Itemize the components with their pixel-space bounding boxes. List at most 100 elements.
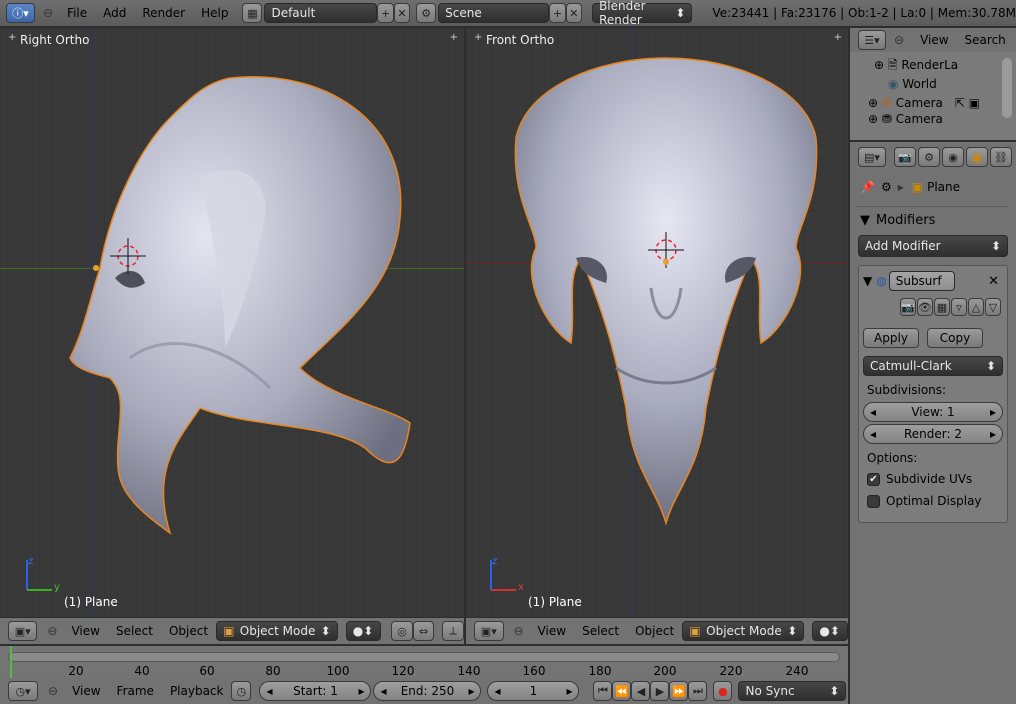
sync-select[interactable]: No Sync ⬍	[738, 681, 847, 701]
collapse-menu-icon[interactable]: ⊖	[43, 6, 53, 20]
screen-layout-field[interactable]: Default	[264, 3, 378, 23]
render-engine-select[interactable]: Blender Render ⬍	[592, 0, 693, 27]
outliner-item[interactable]: ⊕ ⛃ Camera ⇱ ▣	[868, 94, 1016, 113]
collapse-menu-icon[interactable]: ⊖	[48, 684, 58, 698]
modifiers-panel-header[interactable]: ▼ Modifiers	[850, 207, 1016, 233]
end-frame-field[interactable]: ◂ End: 250 ▸	[373, 681, 482, 701]
screen-layout-icon[interactable]: ▦	[242, 3, 263, 23]
add-modifier-select[interactable]: Add Modifier ⬍	[858, 235, 1008, 257]
move-up-icon[interactable]: △	[968, 298, 984, 316]
jump-keyframe-back-icon[interactable]: ⏪	[612, 681, 632, 701]
expand-icon[interactable]: ⊕	[868, 96, 878, 110]
editor-type-timeline-icon[interactable]: ◷▾	[8, 681, 38, 701]
outliner-item[interactable]: ⊕ 🗎 RenderLa	[874, 56, 1016, 75]
menu-view[interactable]: View	[64, 684, 108, 698]
current-frame-marker[interactable]	[10, 646, 12, 678]
play-icon[interactable]: ▶	[650, 681, 670, 701]
menu-select[interactable]: Select	[574, 624, 627, 638]
render-restrict-icon[interactable]: ▣	[969, 96, 980, 110]
world-tab-icon[interactable]: ◉	[942, 147, 964, 167]
increment-icon[interactable]: ▸	[358, 684, 364, 698]
decrement-icon[interactable]: ◂	[870, 405, 876, 419]
menu-object[interactable]: Object	[161, 624, 216, 638]
menu-help[interactable]: Help	[193, 6, 236, 20]
menu-search[interactable]: Search	[957, 33, 1014, 47]
render-tab-icon[interactable]: 📷	[894, 147, 916, 167]
menu-select[interactable]: Select	[108, 624, 161, 638]
info-editor-type-icon[interactable]: ⓘ▾	[6, 3, 35, 23]
decrement-icon[interactable]: ◂	[870, 427, 876, 441]
collapse-menu-icon[interactable]: ⊖	[47, 624, 57, 638]
constraints-tab-icon[interactable]: ⛓	[990, 147, 1012, 167]
collapse-triangle-icon[interactable]: ▼	[863, 274, 872, 288]
cage-icon[interactable]: ▿	[951, 298, 967, 316]
editor-type-outliner-icon[interactable]: ☰▾	[858, 30, 886, 50]
menu-view[interactable]: View	[912, 33, 956, 47]
jump-end-icon[interactable]: ⏭	[688, 681, 708, 701]
mode-select[interactable]: ▣ Object Mode ⬍	[682, 621, 805, 641]
editor-type-3dview-icon[interactable]: ▣▾	[8, 621, 38, 641]
outliner-item[interactable]: ⊕ ⛃ Camera	[868, 113, 1016, 123]
menu-object[interactable]: Object	[627, 624, 682, 638]
menu-playback[interactable]: Playback	[162, 684, 232, 698]
editor-type-3dview-icon[interactable]: ▣▾	[474, 621, 504, 641]
scene-tab-icon[interactable]: ⚙	[918, 147, 940, 167]
jump-start-icon[interactable]: ⏮	[593, 681, 613, 701]
start-frame-field[interactable]: ◂ Start: 1 ▸	[259, 681, 372, 701]
apply-button[interactable]: Apply	[863, 328, 919, 348]
render-levels-field[interactable]: ◂ Render: 2 ▸	[863, 424, 1003, 444]
object-tab-icon[interactable]: ▣	[966, 147, 988, 167]
viewport-right-ortho[interactable]: + + Right Ortho z y (1) Plane	[0, 28, 464, 617]
optimal-display-checkbox[interactable]	[867, 494, 880, 508]
preview-range-icon[interactable]: ◷	[231, 681, 252, 701]
view-levels-field[interactable]: ◂ View: 1 ▸	[863, 402, 1003, 422]
viewport-front-ortho[interactable]: + + Front Ortho z x (1) Plane	[466, 28, 848, 617]
editor-type-properties-icon[interactable]: ▤▾	[858, 147, 886, 167]
menu-view[interactable]: View	[63, 624, 107, 638]
current-frame-field[interactable]: ◂ 1 ▸	[487, 681, 580, 701]
close-icon[interactable]: ✕	[988, 274, 999, 289]
modifier-name-field[interactable]: Subsurf	[888, 271, 955, 291]
mesh-front-view[interactable]	[466, 28, 848, 617]
pin-icon[interactable]: 📌	[860, 180, 875, 194]
remove-screen-icon[interactable]: ✕	[393, 3, 411, 23]
copy-button[interactable]: Copy	[927, 328, 983, 348]
transform-widget-icon[interactable]: ⟂	[442, 621, 464, 641]
mode-select[interactable]: ▣ Object Mode ⬍	[216, 621, 338, 641]
remove-scene-icon[interactable]: ✕	[565, 3, 583, 23]
menu-frame[interactable]: Frame	[109, 684, 162, 698]
increment-icon[interactable]: ▸	[990, 427, 996, 441]
decrement-icon[interactable]: ◂	[266, 684, 272, 698]
timeline-ruler[interactable]: 20 40 60 80 100 120 140 160 180 200 220 …	[0, 646, 848, 678]
menu-file[interactable]: File	[59, 6, 95, 20]
subdivision-type-select[interactable]: Catmull-Clark ⬍	[863, 356, 1003, 376]
add-scene-icon[interactable]: +	[549, 3, 566, 23]
outliner-item[interactable]: ◉ World	[874, 75, 1016, 94]
optimal-display-row[interactable]: Optimal Display	[867, 494, 1003, 508]
outliner-scrollbar[interactable]	[1002, 58, 1012, 118]
decrement-icon[interactable]: ◂	[380, 684, 386, 698]
cursor-restrict-icon[interactable]: ⇱	[955, 96, 965, 110]
menu-render[interactable]: Render	[134, 6, 193, 20]
subdivide-uvs-row[interactable]: ✔ Subdivide UVs	[867, 472, 1003, 486]
shading-select[interactable]: ● ⬍	[812, 621, 848, 641]
add-screen-icon[interactable]: +	[377, 3, 394, 23]
collapse-menu-icon[interactable]: ⊖	[514, 624, 524, 638]
record-icon[interactable]: ●	[713, 681, 733, 701]
move-down-icon[interactable]: ▽	[985, 298, 1001, 316]
scene-field[interactable]: Scene	[438, 3, 550, 23]
viewport-visibility-icon[interactable]: 👁	[917, 298, 933, 316]
collapse-menu-icon[interactable]: ⊖	[894, 33, 904, 47]
increment-icon[interactable]: ▸	[566, 684, 572, 698]
increment-icon[interactable]: ▸	[468, 684, 474, 698]
mesh-side-view[interactable]	[0, 28, 464, 617]
decrement-icon[interactable]: ◂	[494, 684, 500, 698]
subdivide-uvs-checkbox[interactable]: ✔	[867, 472, 880, 486]
manipulator-icon[interactable]: ⇔	[412, 621, 435, 641]
scene-icon[interactable]: ⚙	[416, 3, 437, 23]
render-visibility-icon[interactable]: 📷	[900, 298, 916, 316]
increment-icon[interactable]: ▸	[990, 405, 996, 419]
timeline-scrollbar[interactable]	[8, 652, 840, 662]
menu-view[interactable]: View	[530, 624, 574, 638]
expand-icon[interactable]: ⊕	[868, 113, 878, 123]
